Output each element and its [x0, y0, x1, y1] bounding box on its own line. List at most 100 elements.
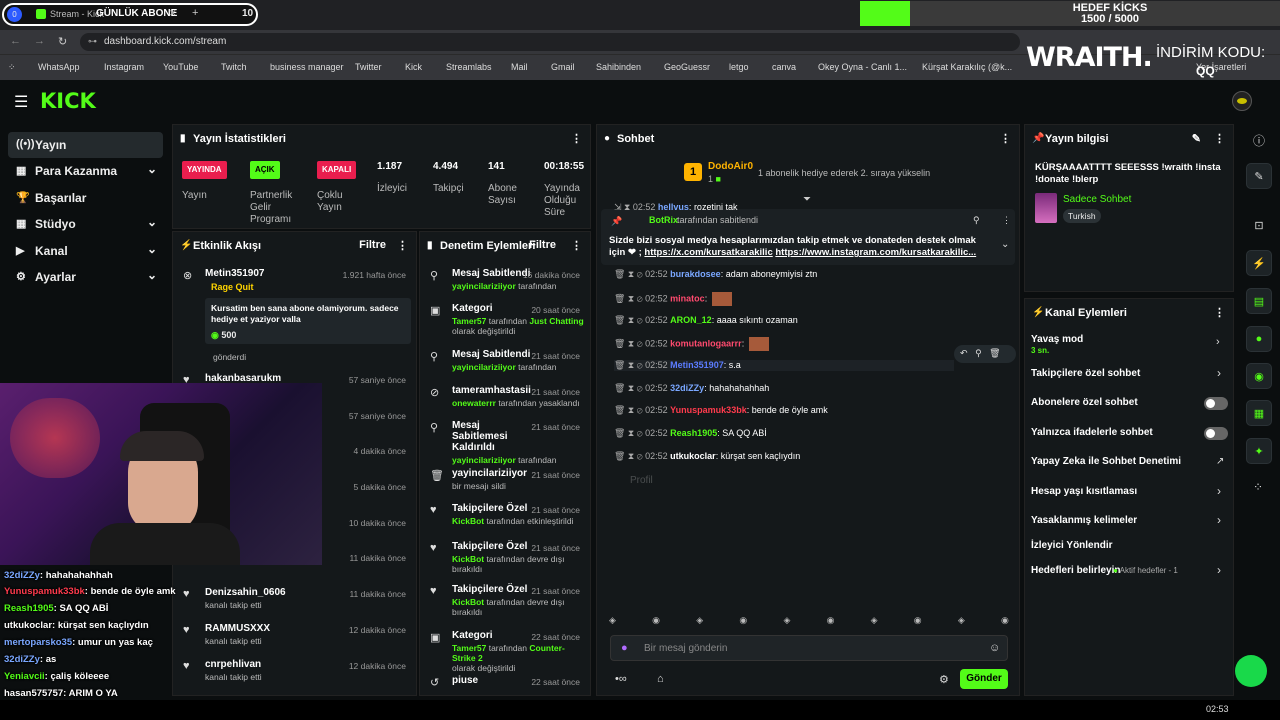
category-name[interactable]: Sadece Sohbet: [1063, 194, 1131, 205]
chat-user[interactable]: Yunuspamuk33bk: [670, 405, 747, 415]
chat-message[interactable]: 🗑 ⧗ ⊘ 02:52 ARON_12: aaaa sıkıntı ozaman: [614, 315, 798, 326]
wrench-icon[interactable]: ✦: [1246, 438, 1272, 464]
mod-controls-icon[interactable]: 🗑 ⧗ ⊘: [614, 315, 645, 325]
pin-message-icon[interactable]: ⚲: [975, 348, 982, 358]
activity-menu-icon[interactable]: ⋮: [397, 239, 408, 252]
chat-user[interactable]: Metin351907: [670, 360, 724, 370]
mod-controls-icon[interactable]: 🗑 ⧗ ⊘: [614, 293, 645, 303]
channel-setting[interactable]: Hedefleri belirleyin: [1031, 565, 1120, 576]
activity-item[interactable]: ♥ Denizsahin_0606 11 dakika önce kanalı tak…: [181, 587, 410, 610]
infinity-icon[interactable]: •∞: [615, 673, 627, 685]
chat-user[interactable]: 32diZZy: [670, 383, 704, 393]
mod-item[interactable]: ⚲ Mesaj Sabitlemesi Kaldırıldı 21 saat önc…: [428, 420, 584, 465]
bookmark-item[interactable]: letgo: [729, 62, 749, 72]
scroll-down-icon[interactable]: ⏷: [803, 194, 811, 205]
apps-grid-icon[interactable]: ⁘: [8, 62, 16, 73]
edit-rail-icon[interactable]: ✎: [1246, 163, 1272, 189]
category-thumbnail[interactable]: [1035, 193, 1057, 223]
mod-controls-icon[interactable]: 🗑 ⧗ ⊘: [614, 428, 645, 438]
chat-user[interactable]: minatoc: [670, 293, 705, 303]
channel-setting[interactable]: Takipçilere özel sohbet: [1031, 368, 1140, 379]
menu-icon[interactable]: ☰: [14, 92, 28, 112]
chat-user[interactable]: komutanlogaarrr: [670, 338, 742, 348]
forward-icon[interactable]: →: [34, 35, 45, 47]
chevron-down-icon[interactable]: ⌄: [147, 162, 157, 176]
send-button[interactable]: Gönder: [960, 669, 1008, 689]
chat-message[interactable]: 🗑 ⧗ ⊘ 02:52 minatoc:: [614, 292, 732, 306]
emoji-icon[interactable]: ☺: [989, 642, 1000, 654]
storage-icon[interactable]: ▦: [1246, 400, 1272, 426]
mod-item[interactable]: ♥ Takipçilere Özel 21 saat önce KickBot tar…: [428, 584, 584, 617]
delete-message-icon[interactable]: 🗑: [989, 348, 1000, 358]
chat-message[interactable]: 🗑 ⧗ ⊘ 02:52 komutanlogaarrr:: [614, 337, 769, 351]
activity-item[interactable]: ♥ cnrpehlivan 12 dakika önce kanalı takip e…: [181, 659, 410, 682]
chat-message[interactable]: 🗑 ⧗ ⊘ 02:52 Yunuspamuk33bk: bende de öyl…: [614, 405, 828, 416]
mod-item[interactable]: ♥ Takipçilere Özel 21 saat önce KickBot tar…: [428, 541, 584, 574]
chat-user[interactable]: Reash1905: [670, 428, 717, 438]
chevron-right-icon[interactable]: ›: [1217, 366, 1221, 380]
chevron-down-icon[interactable]: ⌄: [147, 268, 157, 282]
apps-icon[interactable]: ⁘: [1253, 480, 1263, 494]
chevron-down-icon[interactable]: ⌄: [147, 242, 157, 256]
bookmark-item[interactable]: canva: [772, 62, 796, 72]
emote-bar[interactable]: ◈ ◉ ◈ ◉ ◈ ◉ ◈ ◉ ◈ ◉: [609, 615, 1009, 629]
url-field[interactable]: ⊶ dashboard.kick.com/stream: [80, 33, 1020, 51]
mod-controls-icon[interactable]: 🗑 ⧗ ⊘: [614, 360, 645, 370]
site-info-icon[interactable]: ⊶: [88, 36, 97, 47]
activity-filter-button[interactable]: Filtre: [359, 239, 386, 251]
mod-item[interactable]: ⚲ Mesaj Sabitlendi 16 dakika önce yayincila…: [428, 268, 584, 291]
chat-input[interactable]: ● Bir mesaj gönderin ☺: [610, 635, 1008, 661]
bookmark-item[interactable]: YouTube: [163, 62, 198, 72]
broadcast-icon[interactable]: ◉: [1246, 363, 1272, 389]
pinned-link-x[interactable]: https://x.com/kursatkarakilic: [644, 247, 772, 258]
bookmark-item[interactable]: Kürşat Karakılıç (@k...: [922, 62, 1012, 72]
chat-user[interactable]: burakdosee: [670, 269, 721, 279]
info-menu-icon[interactable]: ⋮: [1214, 132, 1225, 145]
chat-message[interactable]: 🗑 ⧗ ⊘ 02:52 burakdosee: adam aboneymiyis…: [614, 269, 817, 280]
channel-setting[interactable]: Hesap yaşı kısıtlaması: [1031, 486, 1137, 497]
chevron-right-icon[interactable]: ›: [1216, 336, 1220, 348]
message-hover-actions[interactable]: ↶ ⚲ 🗑: [954, 345, 1016, 363]
mod-item[interactable]: ▣ Kategori 22 saat önce Tamer57 tarafından …: [428, 630, 584, 673]
pinned-menu-icon[interactable]: ⋮: [1002, 215, 1011, 226]
mod-item[interactable]: ⚲ Mesaj Sabitlendi 21 saat önce yayincilari…: [428, 349, 584, 372]
channel-setting[interactable]: Yasaklanmış kelimeler: [1031, 515, 1137, 526]
sidebar-item-2[interactable]: 🏆 Başarılar: [8, 185, 163, 211]
bookmark-item[interactable]: Okey Oyna - Canlı 1...: [818, 62, 907, 72]
chat-settings-icon[interactable]: ⚙: [939, 673, 949, 686]
mod-controls-icon[interactable]: 🗑 ⧗ ⊘: [614, 383, 645, 393]
channel-setting[interactable]: İzleyici Yönlendir: [1031, 540, 1113, 551]
kick-logo[interactable]: KICK: [40, 89, 96, 113]
bolt-rail-icon[interactable]: ⚡: [1246, 250, 1272, 276]
mod-menu-icon[interactable]: ⋮: [571, 239, 582, 252]
chevron-down-icon[interactable]: ⌄: [147, 215, 157, 229]
slow-mode-setting[interactable]: Yavaş mod 3 sn.: [1031, 334, 1083, 355]
info-icon[interactable]: ⓘ: [1253, 132, 1265, 149]
activity-item[interactable]: ⊗ Metin351907 1.921 hafta önce Rage Quit…: [181, 268, 411, 368]
chat-message[interactable]: 🗑 ⧗ ⊘ 02:52 Metin351907: s.a: [614, 360, 954, 371]
bookmark-item[interactable]: Twitch: [221, 62, 247, 72]
chat-menu-icon[interactable]: ⋮: [1000, 132, 1011, 145]
sidebar-item-4[interactable]: ▶ Kanal ⌄: [8, 238, 163, 264]
chat-message[interactable]: 🗑 ⧗ ⊘ 02:52 utkukoclar: kürşat sen kaçlı…: [614, 451, 800, 462]
sidebar-item-0[interactable]: ((•)) Yayın: [8, 132, 163, 158]
reload-icon[interactable]: ↻: [58, 35, 67, 48]
reply-icon[interactable]: ↶: [960, 348, 968, 358]
sidebar-item-5[interactable]: ⚙ Ayarlar ⌄: [8, 264, 163, 290]
pinned-expand-icon[interactable]: ⌄: [1001, 239, 1009, 250]
bookmark-item[interactable]: Streamlabs: [446, 62, 492, 72]
gift-user[interactable]: DodoAir0: [708, 161, 753, 172]
mod-controls-icon[interactable]: 🗑 ⧗ ⊘: [614, 451, 645, 461]
back-icon[interactable]: ←: [10, 35, 21, 47]
mod-item[interactable]: ♥ Takipçilere Özel 21 saat önce KickBot tar…: [428, 503, 584, 526]
mod-item[interactable]: 🗑 yayincilariziiyor 21 saat önce bir mesaj…: [428, 468, 584, 491]
new-tab-icon[interactable]: +: [192, 7, 198, 19]
bookmark-item[interactable]: Twitter: [355, 62, 382, 72]
bookmark-item[interactable]: business manager: [270, 62, 344, 72]
tab-close-icon[interactable]: ✕: [169, 8, 177, 19]
pinned-message[interactable]: 📌 BotRix tarafından sabitlendi ⚲ ⋮ Sizde…: [601, 209, 1015, 265]
channel-setting[interactable]: Yalnızca ifadelerle sohbet: [1031, 427, 1153, 438]
chat-message[interactable]: 🗑 ⧗ ⊘ 02:52 Reash1905: SA QQ ABİ: [614, 428, 767, 439]
bookmark-item[interactable]: Gmail: [551, 62, 575, 72]
mod-item[interactable]: ↺ piuse 22 saat önce: [428, 675, 584, 689]
